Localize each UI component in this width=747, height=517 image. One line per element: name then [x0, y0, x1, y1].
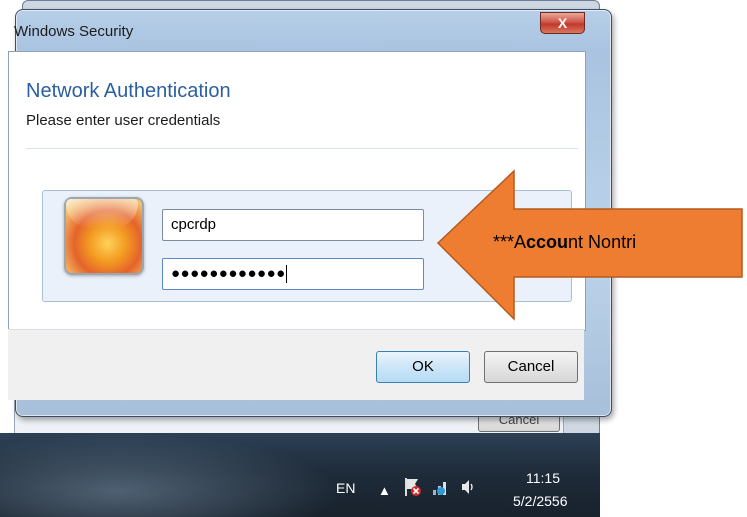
password-value: ●●●●●●●●●●●●: [171, 265, 286, 282]
dialog-title: Windows Security: [14, 23, 134, 40]
close-button[interactable]: X: [540, 12, 585, 34]
username-value: cpcrdp: [171, 216, 217, 233]
page-title: Network Authentication: [26, 80, 231, 102]
taskbar-glow: [0, 433, 340, 517]
language-indicator[interactable]: EN: [336, 480, 355, 496]
text-caret: [285, 265, 287, 284]
username-field[interactable]: cpcrdp: [162, 209, 424, 241]
page-margin: [600, 433, 747, 517]
annotation-bold: ccou: [526, 232, 569, 252]
annotation-prefix: ***A: [493, 232, 527, 252]
action-center-flag-icon[interactable]: [403, 476, 423, 501]
divider: [26, 148, 578, 149]
show-hidden-icons-icon[interactable]: ▲: [378, 483, 391, 498]
annotation-suffix: nt Nontri: [568, 232, 637, 252]
ok-button[interactable]: OK: [376, 351, 470, 383]
clock-time[interactable]: 11:15: [526, 470, 560, 486]
volume-icon[interactable]: [460, 478, 476, 499]
network-icon[interactable]: [430, 476, 452, 501]
dialog-subtitle: Please enter user credentials: [26, 112, 221, 129]
clock-date[interactable]: 5/2/2556: [513, 493, 568, 509]
cancel-button[interactable]: Cancel: [484, 351, 578, 383]
password-field[interactable]: ●●●●●●●●●●●●: [162, 258, 424, 290]
annotation-text: ***Account Nontri: [493, 232, 636, 253]
